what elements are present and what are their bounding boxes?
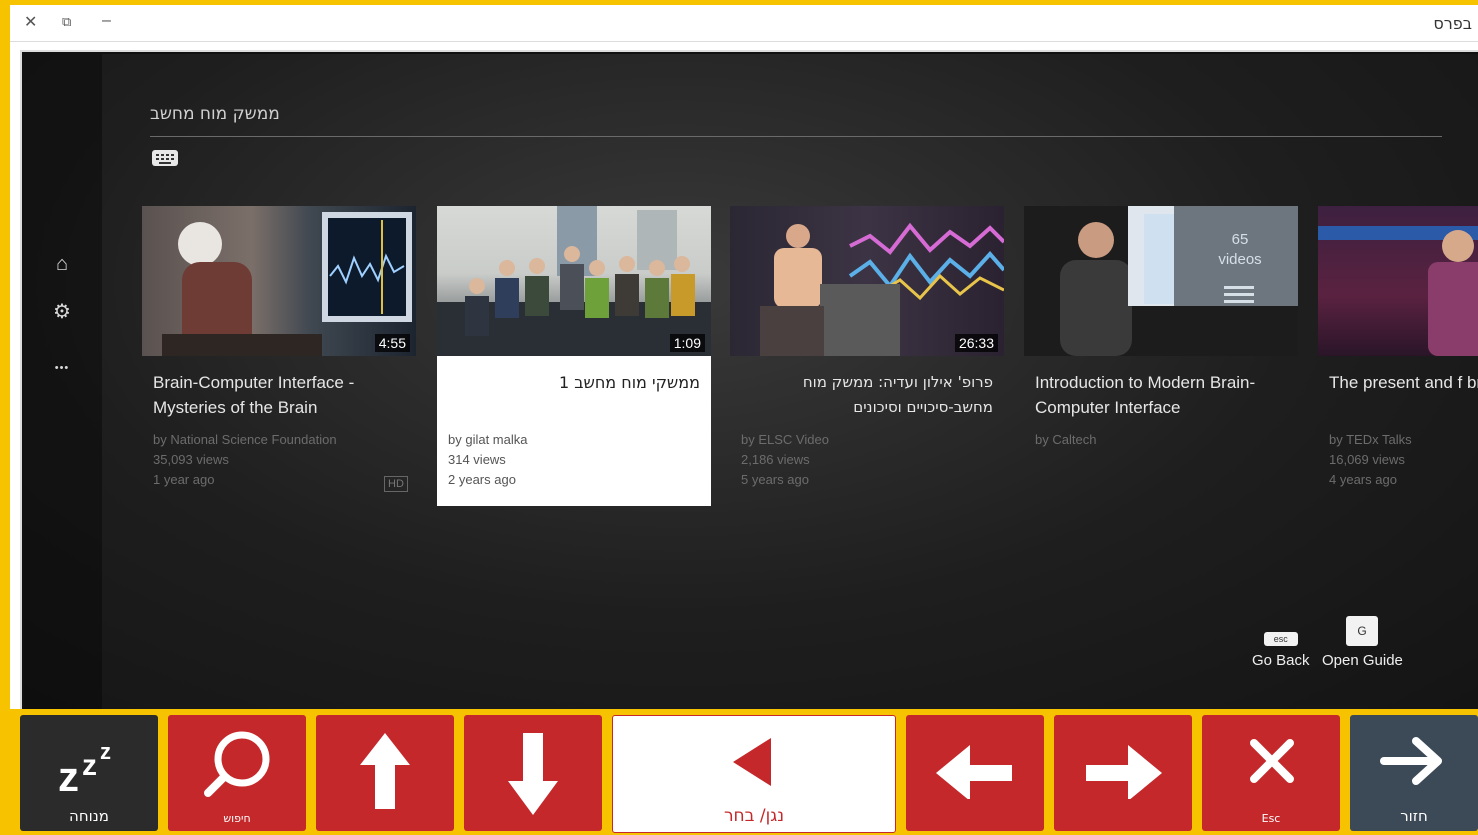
control-bar: z z z מנוחה חיפוש נגן/ בחר Esc חזור [10,709,1478,835]
svg-text:z: z [82,749,97,782]
video-views: 2,186 views [741,452,810,467]
arrow-down-icon [464,729,602,815]
video-views: 314 views [448,452,506,467]
playlist-icon [1224,286,1254,303]
video-thumbnail: 1:09 [437,206,711,356]
video-views: 35,093 views [153,452,229,467]
video-views: 16,069 views [1329,452,1405,467]
video-card[interactable]: 26:33 פרופ' אילון ועדיה: ממשק מוח מחשב-ס… [730,206,1004,506]
video-app-frame: ⌂ ⚙ ••• ממשק מוח מחשב 4:55 Brain-Compute… [20,50,1478,714]
video-age: 2 years ago [448,472,516,487]
open-guide-hint[interactable]: G Open Guide [1322,616,1403,669]
video-title: ממשקי מוח מחשב 1 [558,373,700,392]
esc-key-icon: esc [1263,632,1298,646]
video-duration: 26:33 [954,334,998,352]
back-label: חזור [1400,807,1428,825]
video-age: 4 years ago [1329,472,1397,487]
youtube-tv-screen: ⌂ ⚙ ••• ממשק מוח מחשב 4:55 Brain-Compute… [24,54,1478,710]
home-icon[interactable]: ⌂ [50,252,74,276]
video-age: 5 years ago [741,472,809,487]
video-title: Introduction to Modern Brain-Computer In… [1035,373,1256,417]
sleep-icon: z z z [20,729,158,800]
playlist-count: 65 videos [1218,231,1262,268]
search-query[interactable]: ממשק מוח מחשב [150,104,280,124]
arrow-right-icon [1054,729,1192,801]
arrow-back-icon [1350,729,1478,799]
video-card[interactable]: 4:55 Brain-Computer Interface - Mysterie… [142,206,416,506]
down-button[interactable] [464,715,602,831]
side-rail: ⌂ ⚙ ••• [24,54,102,710]
video-title: The present and f brain-computer in [1329,373,1478,392]
esc-label: Esc [1261,812,1281,825]
playlist-card[interactable]: 65 videos Introduction to Modern Brain-C… [1024,206,1298,506]
play-select-button[interactable]: נגן/ בחר [612,715,896,833]
video-thumbnail: 26:33 [730,206,1004,356]
video-channel: by Caltech [1035,432,1097,447]
arrow-up-icon [316,729,454,809]
back-button[interactable]: חזור [1350,715,1478,831]
open-guide-label: Open Guide [1322,652,1403,669]
minimize-icon[interactable]: – [102,12,111,30]
video-card-selected[interactable]: 1:09 ממשקי מוח מחשב 1 by gilat malka 314… [437,206,711,506]
more-icon[interactable]: ••• [50,356,74,380]
video-channel: by gilat malka [448,432,528,447]
rest-label: מנוחה [69,807,109,825]
window-title: בפרס [1433,14,1472,33]
video-card[interactable]: The present and f brain-computer in by T… [1318,206,1478,506]
up-button[interactable] [316,715,454,831]
play-select-label: נגן/ בחר [723,806,785,826]
arrow-left-icon [906,729,1044,801]
video-channel: by ELSC Video [741,432,829,447]
video-channel: by National Science Foundation [153,432,337,447]
left-button[interactable] [906,715,1044,831]
video-duration: 1:09 [669,334,705,352]
video-thumbnail [1318,206,1478,356]
search-label: חיפוש [223,812,251,825]
close-x-icon [1202,729,1340,799]
hd-badge: HD [384,476,408,492]
search-button[interactable]: חיפוש [168,715,306,831]
keyboard-icon[interactable] [152,150,178,166]
go-back-hint[interactable]: esc Go Back [1252,632,1310,669]
go-back-label: Go Back [1252,652,1310,669]
right-button[interactable] [1054,715,1192,831]
playlist-thumbnail: 65 videos [1024,206,1298,356]
settings-icon[interactable]: ⚙ [50,300,74,324]
play-back-icon [613,730,895,800]
video-title: Brain-Computer Interface - Mysteries of … [153,373,355,417]
search-icon [168,729,306,799]
svg-text:z: z [58,753,79,799]
video-duration: 4:55 [374,334,410,352]
video-thumbnail: 4:55 [142,206,416,356]
video-age: 1 year ago [153,472,215,487]
restore-icon[interactable]: ⧉ [62,14,71,30]
video-channel: by TEDx Talks [1329,432,1412,447]
ted-talk-thumbnail-art [1318,226,1478,356]
g-key-icon: G [1346,616,1378,646]
rest-button[interactable]: z z z מנוחה [20,715,158,831]
search-underline [150,136,1442,137]
title-bar: ✕ ⧉ – בפרס [10,5,1478,42]
esc-button[interactable]: Esc [1202,715,1340,831]
svg-text:z: z [100,739,111,764]
close-icon[interactable]: ✕ [24,12,37,32]
video-title: פרופ' אילון ועדיה: ממשק מוח מחשב-סיכויים… [802,373,993,416]
